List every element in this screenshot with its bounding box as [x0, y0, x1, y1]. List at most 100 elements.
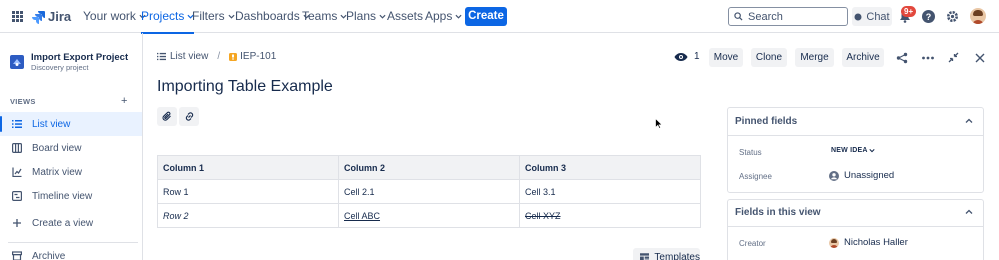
sidebar-item-timeline-view[interactable]: Timeline view	[0, 184, 142, 208]
nav-assets[interactable]: Assets	[387, 0, 423, 33]
sidebar-item-archive[interactable]: Archive	[0, 246, 142, 260]
link-icon	[185, 112, 193, 121]
user-avatar[interactable]	[970, 8, 986, 24]
issue-title[interactable]: Importing Table Example	[157, 78, 333, 96]
jira-logo-icon	[32, 10, 45, 24]
table-cell[interactable]: Cell ABC	[338, 203, 520, 228]
creator-avatar	[829, 237, 839, 248]
project-avatar	[10, 55, 24, 69]
app-switcher-icon[interactable]	[12, 11, 23, 22]
strikethrough-text: Cell XYZ	[525, 210, 561, 221]
chat-label: Chat	[866, 10, 890, 23]
table-row: Row 2 Cell ABC Cell XYZ	[157, 203, 701, 228]
chat-button[interactable]: Chat	[852, 7, 892, 26]
close-button[interactable]	[970, 48, 989, 67]
panel-divider	[728, 226, 983, 227]
mouse-cursor	[655, 118, 663, 129]
status-lozenge: NEW IDEA	[831, 147, 875, 154]
cursor-icon	[655, 118, 663, 129]
table-cell[interactable]: Cell XYZ	[519, 203, 701, 228]
nav-teams[interactable]: Teams	[302, 0, 347, 33]
nav-your-work[interactable]: Your work	[83, 0, 146, 33]
link-button[interactable]	[179, 107, 199, 126]
clone-button[interactable]: Clone	[751, 48, 787, 67]
chevron-up-icon[interactable]	[965, 209, 973, 215]
attach-button[interactable]	[157, 107, 177, 126]
sidebar-item-label: Timeline view	[32, 190, 93, 202]
nav-label: Teams	[302, 9, 338, 23]
sidebar-item-label: Matrix view	[32, 166, 83, 178]
sidebar-item-board-view[interactable]: Board view	[0, 136, 142, 160]
merge-button[interactable]: Merge	[795, 48, 834, 67]
sidebar-item-label: Create a view	[32, 217, 94, 229]
collapse-icon	[948, 52, 959, 63]
table-header-row: Column 1 Column 2 Column 3	[157, 155, 701, 180]
notifications-badge: 9+	[901, 6, 917, 17]
table-cell[interactable]: Row 2	[157, 203, 339, 228]
move-button[interactable]: Move	[709, 48, 743, 67]
top-navigation: Jira Your work Projects Filters Dashboar…	[0, 0, 999, 34]
settings-button[interactable]	[946, 10, 959, 23]
sidebar-item-label: Archive	[32, 250, 66, 260]
status-value: NEW IDEA	[831, 147, 868, 154]
assignee-field[interactable]: Unassigned	[829, 170, 894, 181]
templates-button[interactable]: Templates	[633, 248, 700, 260]
status-field-label: Status	[739, 148, 762, 157]
pinned-fields-header[interactable]: Pinned fields	[735, 116, 797, 127]
sidebar-item-label: Board view	[32, 142, 82, 154]
fields-in-view-header[interactable]: Fields in this view	[735, 207, 821, 218]
breadcrumb-view-label: List view	[170, 51, 209, 62]
breadcrumb-separator: /	[217, 51, 221, 62]
breadcrumb-list-view[interactable]: List view	[157, 51, 208, 62]
issue-key-label: IEP-101	[240, 51, 277, 62]
table-header-cell[interactable]: Column 3	[519, 155, 701, 180]
chevron-up-icon[interactable]	[965, 118, 973, 124]
add-view-icon[interactable]: +	[121, 95, 127, 107]
nav-label: Filters	[192, 9, 225, 23]
svg-text:?: ?	[926, 12, 932, 22]
more-icon	[921, 56, 934, 59]
status-dropdown[interactable]: NEW IDEA	[831, 147, 875, 154]
watch-button[interactable]: 1	[674, 51, 700, 62]
help-button[interactable]: ?	[922, 10, 935, 23]
table-cell[interactable]: Cell 2.1	[338, 179, 520, 204]
table-row: Row 1 Cell 2.1 Cell 3.1	[157, 179, 701, 204]
nav-filters[interactable]: Filters	[192, 0, 235, 33]
creator-field[interactable]: Nicholas Haller	[829, 237, 908, 248]
sidebar-item-create-view[interactable]: Create a view	[0, 211, 142, 235]
table-header-cell[interactable]: Column 2	[338, 155, 520, 180]
archive-button[interactable]: Archive	[842, 48, 884, 67]
search-input[interactable]: Search	[728, 7, 848, 26]
sidebar-item-matrix-view[interactable]: Matrix view	[0, 160, 142, 184]
panel-divider	[728, 135, 983, 136]
templates-label: Templates	[654, 252, 700, 260]
nav-apps[interactable]: Apps	[425, 0, 462, 33]
table-cell[interactable]: Row 1	[157, 179, 339, 204]
help-icon: ?	[922, 10, 935, 23]
views-header: VIEWS	[10, 97, 36, 106]
project-name[interactable]: Import Export Project	[31, 52, 128, 63]
breadcrumb-issue-key[interactable]: IEP-101	[229, 51, 276, 62]
nav-label: Your work	[83, 9, 136, 23]
sidebar-item-list-view[interactable]: List view	[0, 112, 142, 136]
chevron-down-icon	[228, 14, 235, 19]
collapse-button[interactable]	[944, 48, 963, 67]
create-button[interactable]: Create	[465, 7, 507, 26]
nav-projects[interactable]: Projects	[141, 0, 195, 34]
nav-label: Assets	[387, 9, 424, 23]
table-header-cell[interactable]: Column 1	[157, 155, 339, 180]
avatar-shirt	[972, 20, 984, 24]
chevron-down-icon	[868, 149, 875, 153]
list-icon	[157, 52, 166, 61]
share-button[interactable]	[892, 48, 911, 67]
nav-label: Dashboards	[235, 9, 300, 23]
table-cell[interactable]: Cell 3.1	[519, 179, 701, 204]
search-placeholder: Search	[748, 10, 783, 23]
more-actions-button[interactable]	[918, 48, 937, 67]
nav-plans[interactable]: Plans	[346, 0, 386, 33]
jira-logo[interactable]: Jira	[31, 9, 71, 24]
sidebar-item-label: List view	[32, 118, 71, 130]
template-icon	[640, 253, 650, 260]
search-icon	[734, 12, 743, 21]
nav-dashboards[interactable]: Dashboards	[235, 0, 310, 33]
